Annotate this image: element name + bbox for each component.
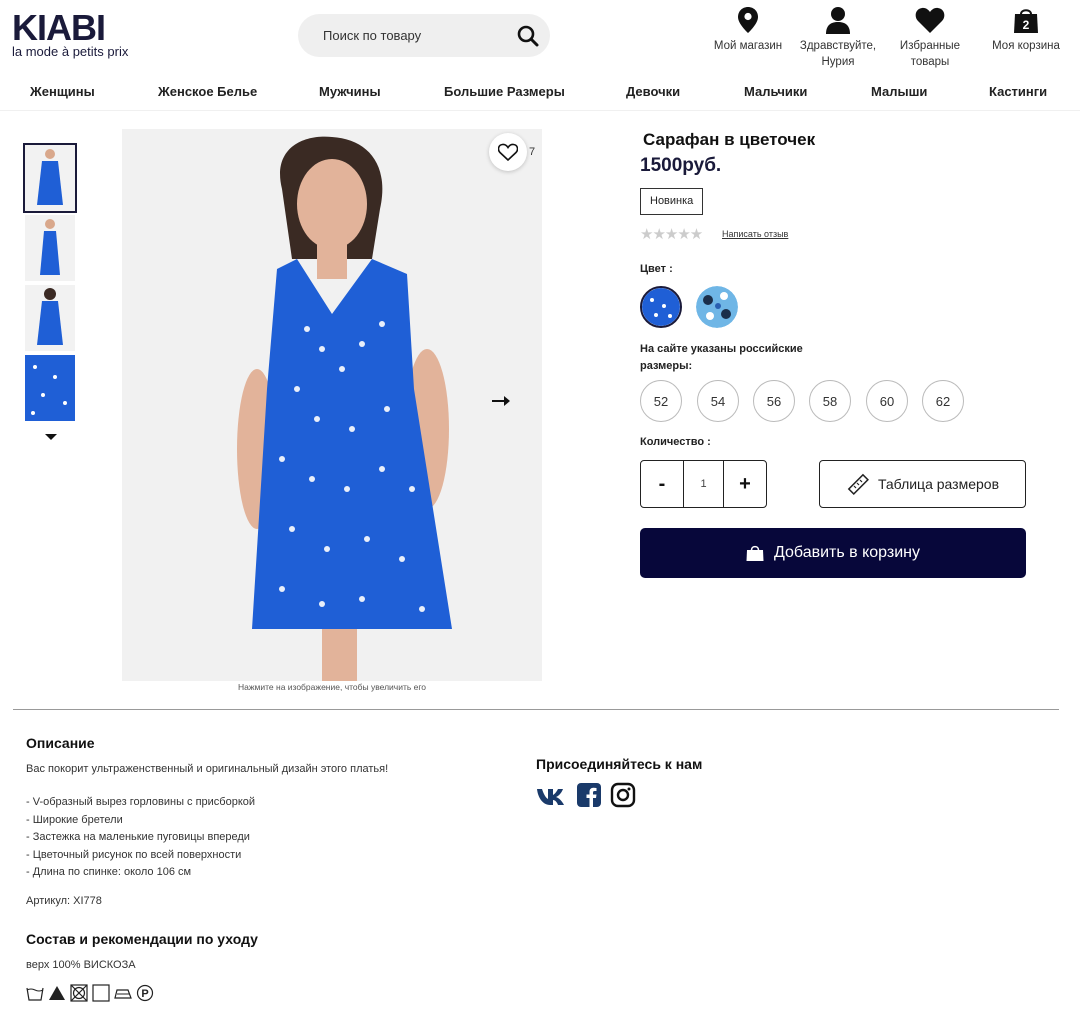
dry-flat-icon	[92, 984, 110, 1002]
product-sku: Артикул: XI778	[26, 895, 102, 907]
no-tumble-dry-icon	[70, 984, 88, 1002]
description-heading: Описание	[26, 735, 95, 751]
size-option-56[interactable]: 56	[753, 380, 795, 422]
my-store-link[interactable]: Мой магазин	[708, 6, 788, 54]
nav-item-boys[interactable]: Мальчики	[744, 84, 807, 99]
write-review-link[interactable]: Написать отзыв	[722, 229, 788, 239]
favorites-count: 7	[529, 146, 536, 158]
size-option-54[interactable]: 54	[697, 380, 739, 422]
product-title: Сарафан в цветочек	[643, 130, 816, 149]
search-icon[interactable]	[516, 24, 540, 48]
care-icons: P	[26, 984, 154, 1002]
nav-item-plus-size[interactable]: Большие Размеры	[444, 84, 565, 99]
instagram-icon[interactable]	[610, 781, 636, 809]
zoom-hint: Нажмите на изображение, чтобы увеличить …	[237, 682, 427, 692]
color-label: Цвет :	[640, 263, 673, 275]
wash-30-icon	[26, 984, 44, 1002]
facebook-icon[interactable]	[576, 781, 602, 809]
nav-item-lingerie[interactable]: Женское Белье	[158, 84, 257, 99]
color-swatch-print[interactable]	[696, 286, 738, 328]
vk-icon[interactable]	[536, 781, 566, 809]
color-swatch-blue[interactable]	[640, 286, 682, 328]
composition-text: верх 100% ВИСКОЗА	[26, 959, 136, 971]
list-item: - Широкие бретели	[26, 813, 123, 826]
add-to-cart-button[interactable]: Добавить в корзину	[640, 528, 1026, 578]
thumbnail-fabric[interactable]	[25, 355, 75, 421]
quantity-stepper: - 1 +	[640, 460, 767, 508]
nav-item-babies[interactable]: Малыши	[871, 84, 927, 99]
nav-item-men[interactable]: Мужчины	[319, 84, 381, 99]
list-item: - Застежка на маленькие пуговицы впереди	[26, 831, 250, 843]
list-item: - Цветочный рисунок по всей поверхности	[26, 848, 242, 861]
rating-stars: ★★★★★	[640, 226, 703, 243]
product-main-image[interactable]	[122, 129, 542, 681]
cart-count: 2	[1023, 18, 1030, 32]
heart-outline-icon	[498, 143, 518, 161]
svg-text:P: P	[141, 988, 148, 1000]
add-to-cart-label: Добавить в корзину	[773, 544, 920, 561]
social-heading: Присоединяйтесь к нам	[536, 756, 703, 772]
chevron-down-icon[interactable]	[44, 432, 58, 442]
size-chart-label: Таблица размеров	[877, 476, 1000, 492]
cart-link[interactable]: 2 Моя корзина	[985, 6, 1067, 54]
location-pin-icon	[738, 7, 758, 33]
kiabi-logo[interactable]: KIABI la mode à petits prix	[12, 7, 137, 59]
nav-divider	[0, 110, 1080, 111]
size-option-52[interactable]: 52	[640, 380, 682, 422]
list-item: - Длина по спинке: около 106 см	[26, 866, 192, 878]
thumbnail-front[interactable]	[23, 143, 77, 213]
dry-clean-icon: P	[136, 984, 154, 1002]
favorites-label-1: Избранные	[899, 40, 961, 52]
arrow-right-icon[interactable]	[490, 394, 512, 408]
care-heading: Состав и рекомендации по уходу	[26, 931, 258, 947]
add-to-favorites-button[interactable]	[489, 133, 527, 171]
size-option-60[interactable]: 60	[866, 380, 908, 422]
description-intro: Вас покорит ультраженственный и оригинал…	[26, 763, 389, 775]
logo-tagline: la mode à petits prix	[12, 44, 129, 59]
main-nav: Женщины Женское Белье Мужчины Большие Ра…	[0, 80, 1080, 110]
sizes-note: На сайте указаны российские размеры:	[640, 343, 803, 372]
quantity-increase-button[interactable]: +	[724, 461, 766, 507]
thumbnail-side[interactable]	[25, 215, 75, 281]
nav-item-women[interactable]: Женщины	[30, 84, 95, 99]
quantity-value[interactable]: 1	[683, 461, 724, 507]
no-bleach-icon	[48, 984, 66, 1002]
search-bar	[298, 14, 550, 57]
store-label: Мой магазин	[713, 40, 783, 52]
size-option-58[interactable]: 58	[809, 380, 851, 422]
quantity-decrease-button[interactable]: -	[641, 461, 683, 507]
section-divider	[13, 709, 1059, 710]
user-icon	[826, 7, 850, 34]
ruler-icon	[847, 473, 869, 495]
iron-icon	[114, 984, 132, 1002]
nav-item-castings[interactable]: Кастинги	[989, 84, 1047, 99]
list-item: - V-образный вырез горловины с присборко…	[26, 796, 256, 808]
size-option-62[interactable]: 62	[922, 380, 964, 422]
favorites-label-2: товары	[910, 56, 950, 68]
user-name: Нурия	[821, 56, 855, 68]
size-chart-button[interactable]: Таблица размеров	[819, 460, 1026, 508]
quantity-label: Количество :	[640, 436, 711, 448]
favorites-link[interactable]: Избранные товары	[890, 6, 970, 70]
description-features: - V-образный вырез горловины с присборко…	[26, 794, 255, 882]
search-input[interactable]	[323, 28, 503, 43]
thumbnail-list	[23, 143, 77, 425]
thumbnail-back[interactable]	[25, 285, 75, 351]
shopping-bag-icon	[746, 545, 764, 561]
account-link[interactable]: Здравствуйте, Нурия	[795, 6, 881, 70]
logo-wordmark: KIABI	[12, 7, 106, 48]
heart-icon	[915, 7, 945, 33]
new-badge: Новинка	[640, 188, 704, 215]
shopping-bag-icon: 2	[1014, 9, 1038, 33]
user-greeting: Здравствуйте,	[799, 40, 877, 52]
cart-label: Моя корзина	[992, 40, 1060, 52]
nav-item-girls[interactable]: Девочки	[626, 84, 680, 99]
product-price: 1500руб.	[640, 155, 722, 176]
